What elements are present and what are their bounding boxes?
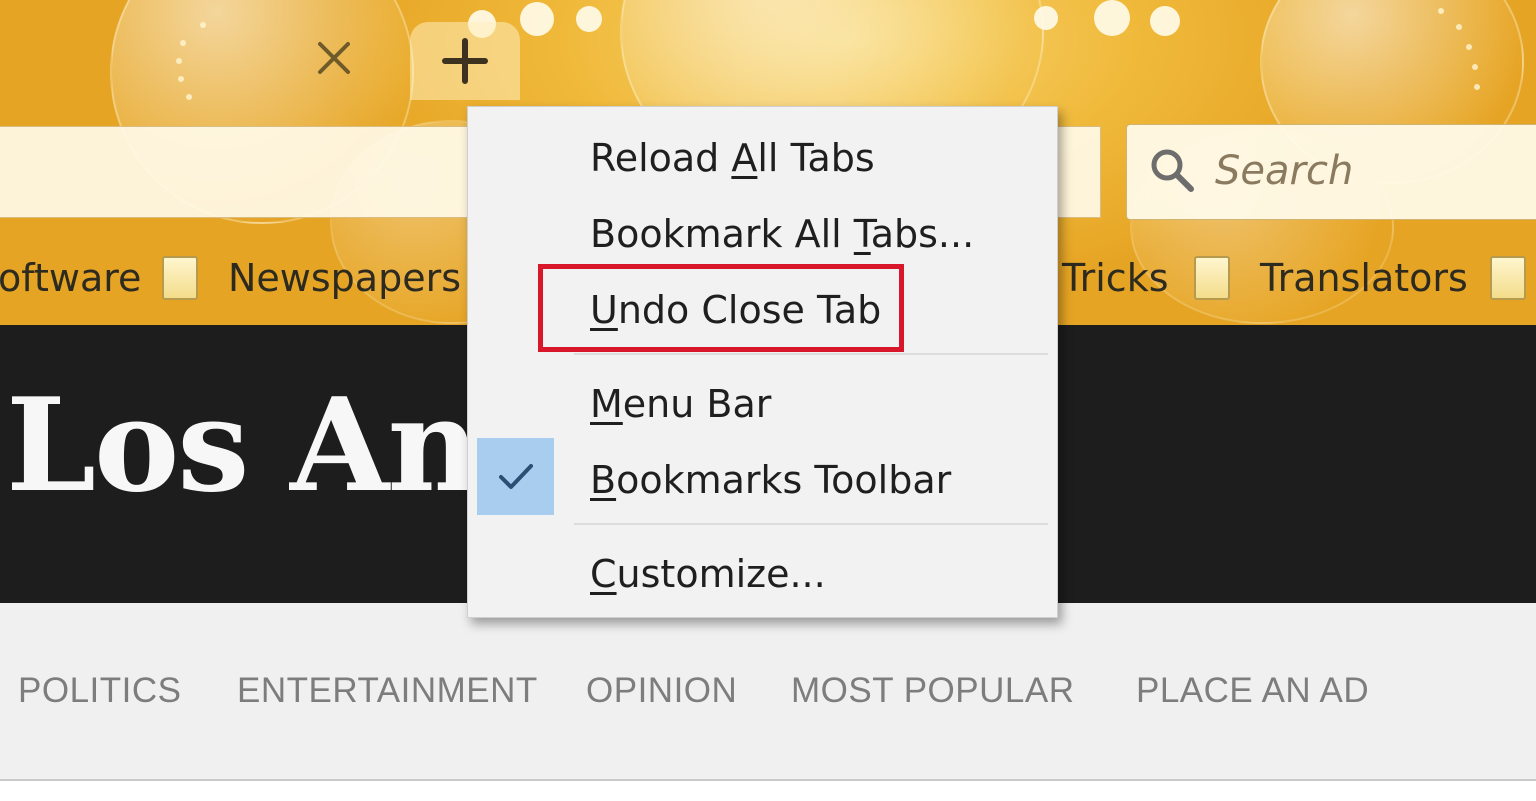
nav-politics[interactable]: POLITICS (18, 671, 181, 711)
menu-label: ll Tabs (757, 136, 875, 180)
close-icon (318, 42, 350, 74)
menu-item-customize[interactable]: Customize... (590, 549, 826, 599)
menu-label: Bookmark All (590, 212, 854, 256)
nav-place-an-ad[interactable]: PLACE AN AD (1136, 671, 1369, 711)
search-input[interactable]: Search (1126, 124, 1536, 220)
menu-item-reload-all-tabs[interactable]: Reload All Tabs (590, 133, 875, 183)
menu-label: ookmarks Toolbar (616, 458, 952, 502)
menu-label: abs... (870, 212, 975, 256)
new-tab-button[interactable] (410, 22, 520, 100)
folder-icon (1490, 256, 1526, 300)
menu-accesskey: M (590, 382, 623, 426)
menu-label: Reload (590, 136, 732, 180)
menu-accesskey: B (590, 458, 617, 502)
menu-accesskey: T (853, 212, 871, 256)
tab-close-button[interactable] (312, 36, 356, 80)
bookmark-folder-newspapers[interactable]: Newspapers (162, 248, 461, 308)
menu-accesskey: A (731, 136, 758, 180)
folder-icon (162, 256, 198, 300)
nav-opinion[interactable]: OPINION (586, 671, 737, 711)
section-nav: POLITICS ENTERTAINMENT OPINION MOST POPU… (0, 603, 1536, 781)
bookmark-folder-tricks[interactable]: Tricks (1062, 248, 1169, 308)
toolbar-context-menu: Reload All Tabs Bookmark All Tabs... Und… (467, 106, 1058, 618)
menu-separator (574, 523, 1048, 525)
bookmark-label: oftware (0, 256, 142, 300)
bookmark-folder-software[interactable]: oftware (0, 248, 141, 308)
plus-icon (442, 38, 488, 84)
menu-item-bookmarks-toolbar[interactable]: Bookmarks Toolbar (590, 455, 951, 505)
menu-item-menu-bar[interactable]: Menu Bar (590, 379, 771, 429)
folder-icon (1194, 256, 1230, 300)
checkmark-indicator (477, 438, 554, 515)
menu-separator (574, 353, 1048, 355)
bookmark-folder-more[interactable] (1490, 248, 1536, 308)
bookmark-folder-translators[interactable]: Translators (1194, 248, 1468, 308)
bookmark-label: Tricks (1062, 256, 1169, 300)
menu-item-bookmark-all-tabs[interactable]: Bookmark All Tabs... (590, 209, 974, 259)
search-icon (1151, 149, 1194, 192)
bookmark-label: Translators (1260, 256, 1468, 300)
menu-label: ustomize... (616, 552, 826, 596)
search-placeholder: Search (1215, 148, 1354, 194)
bookmark-label: Newspapers (228, 256, 462, 300)
nav-entertainment[interactable]: ENTERTAINMENT (237, 671, 538, 711)
nav-most-popular[interactable]: MOST POPULAR (791, 671, 1074, 711)
menu-label: enu Bar (622, 382, 772, 426)
highlight-annotation (538, 264, 904, 352)
menu-accesskey: C (590, 552, 617, 596)
checkmark-icon (498, 463, 533, 489)
